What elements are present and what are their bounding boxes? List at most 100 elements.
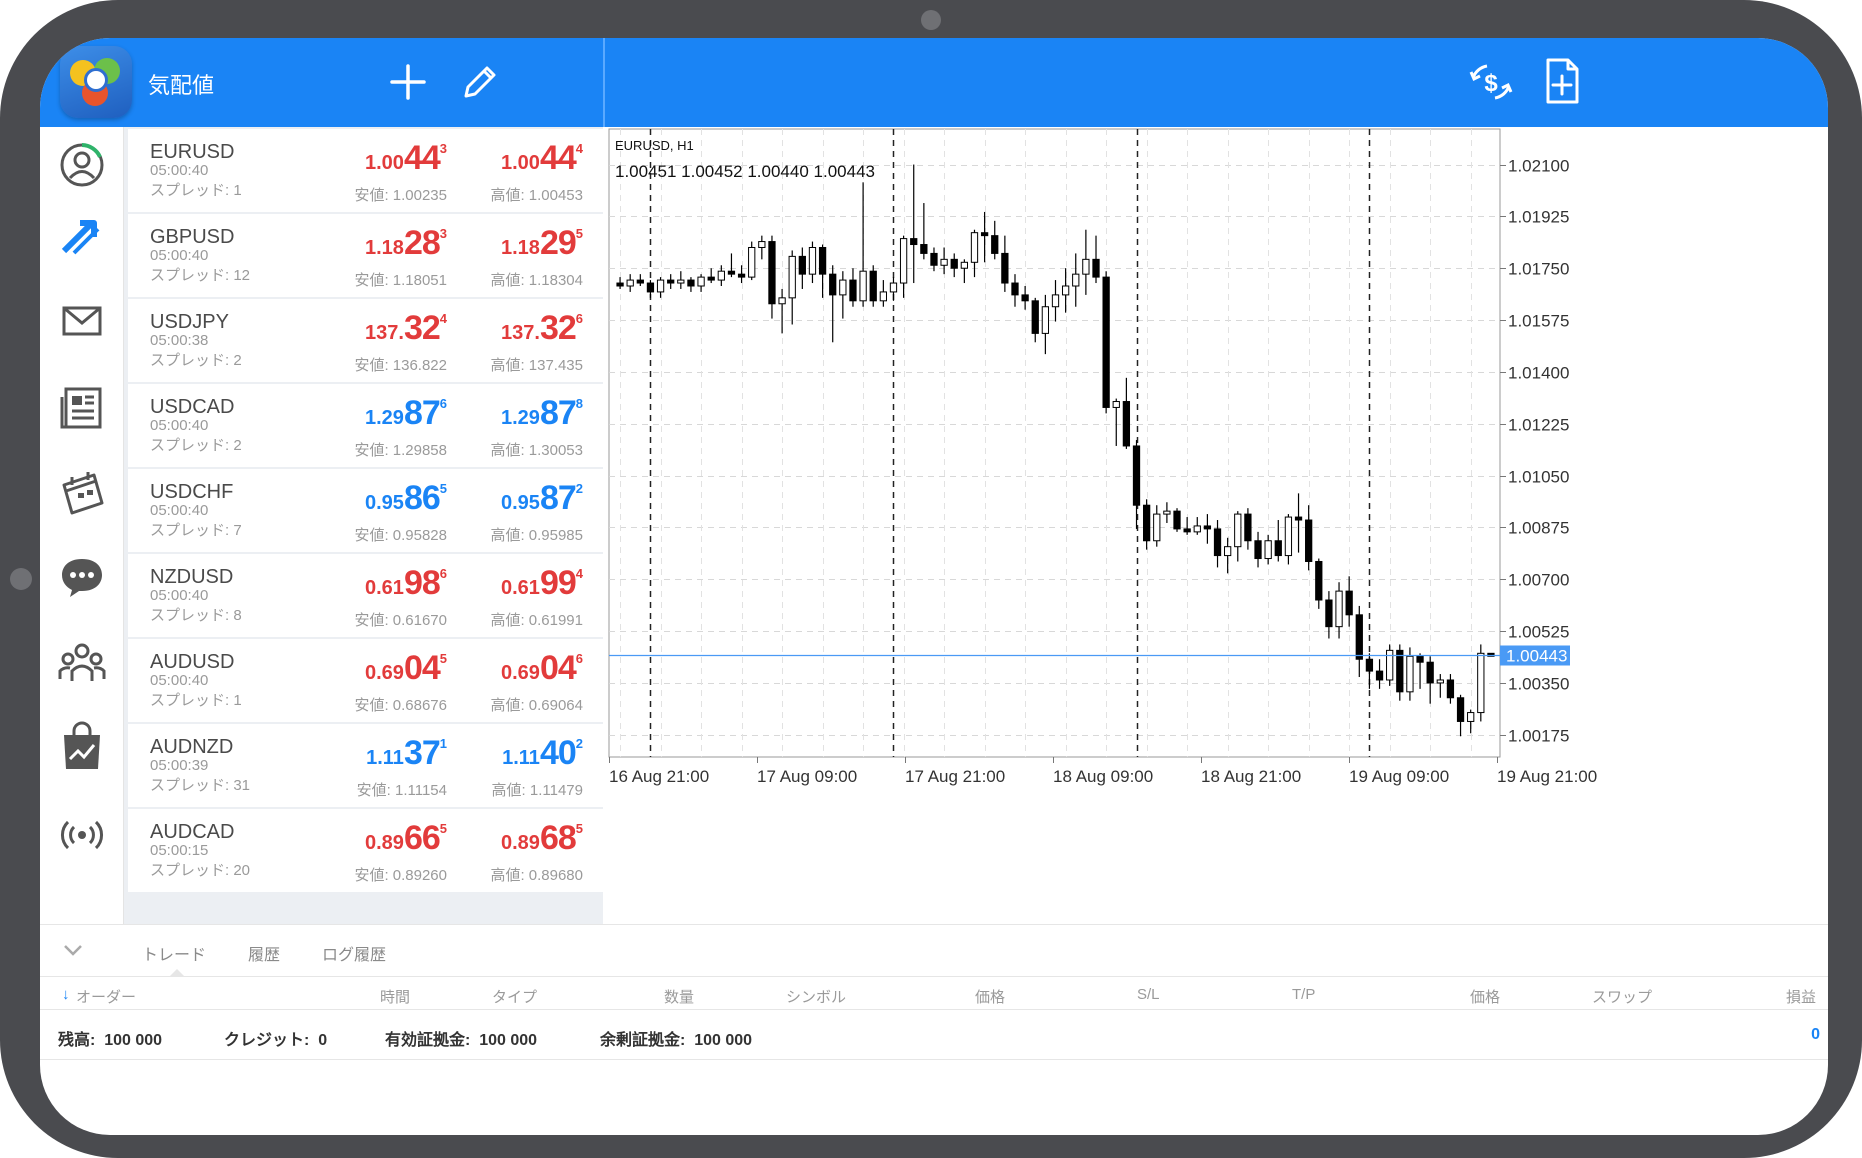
quote-row[interactable]: USDJPY 05:00:38 スプレッド: 2 137.324 137.326 安値: … — [128, 299, 603, 382]
bull-candle[interactable] — [1224, 546, 1232, 557]
sidebar-item-community[interactable] — [54, 635, 110, 691]
bear-candle[interactable] — [616, 282, 624, 287]
tab-history[interactable]: 履歴 — [248, 941, 280, 965]
quote-row[interactable]: GBPUSD 05:00:40 スプレッド: 12 1.18283 1.18295 安値:… — [128, 214, 603, 297]
bull-candle[interactable] — [940, 258, 948, 266]
bull-candle[interactable] — [808, 246, 817, 275]
collapse-panel-button[interactable] — [60, 937, 86, 968]
quote-row[interactable]: AUDUSD 05:00:40 スプレッド: 1 0.69045 0.69046 安値: … — [128, 639, 603, 722]
bear-candle[interactable] — [1456, 697, 1465, 722]
bear-candle[interactable] — [636, 279, 644, 284]
bull-candle[interactable] — [1477, 652, 1485, 714]
edit-symbols-button[interactable] — [458, 56, 498, 108]
bull-candle[interactable] — [839, 279, 847, 296]
sidebar-item-chat[interactable] — [54, 549, 110, 605]
bull-candle[interactable] — [1234, 513, 1242, 548]
column-tp[interactable]: T/P — [1292, 986, 1315, 1003]
mt4-logo-icon[interactable] — [60, 46, 132, 118]
bear-candle[interactable] — [1011, 282, 1019, 296]
bear-candle[interactable] — [950, 258, 958, 269]
add-symbol-button[interactable] — [388, 56, 428, 108]
sidebar-item-trade[interactable] — [54, 209, 110, 265]
column-symbol[interactable]: シンボル — [786, 986, 846, 1007]
bull-candle[interactable] — [697, 276, 705, 287]
bull-candle[interactable] — [748, 246, 756, 278]
bear-candle[interactable] — [1203, 525, 1212, 530]
quote-row[interactable]: AUDCAD 05:00:15 スプレッド: 20 0.89665 0.89685 安値:… — [128, 809, 603, 892]
bull-candle[interactable] — [1264, 540, 1272, 560]
bear-candle[interactable] — [798, 255, 806, 275]
bear-candle[interactable] — [1294, 516, 1303, 521]
bear-candle[interactable] — [829, 273, 837, 296]
sidebar-item-mail[interactable] — [54, 293, 110, 349]
bear-candle[interactable] — [1416, 655, 1424, 663]
bear-candle[interactable] — [1305, 519, 1313, 562]
bear-candle[interactable] — [1355, 614, 1363, 660]
bear-candle[interactable] — [930, 252, 938, 266]
tab-trade[interactable]: トレード — [142, 941, 206, 965]
column-order[interactable]: オーダー — [76, 986, 136, 1007]
quote-row[interactable]: EURUSD 05:00:40 スプレッド: 1 1.00443 1.00444 安値: … — [128, 129, 603, 212]
bear-candle[interactable] — [1031, 300, 1039, 334]
bear-candle[interactable] — [737, 273, 746, 278]
quote-row[interactable]: USDCHF 05:00:40 スプレッド: 7 0.95865 0.95872 安値: … — [128, 469, 603, 552]
bear-candle[interactable] — [727, 270, 736, 275]
bear-candle[interactable] — [920, 244, 928, 254]
bear-candle[interactable] — [1132, 445, 1141, 506]
bull-candle[interactable] — [788, 255, 796, 299]
bear-candle[interactable] — [1142, 504, 1151, 542]
bull-candle[interactable] — [1082, 258, 1090, 275]
bull-candle[interactable] — [1041, 306, 1050, 334]
sort-arrow-icon[interactable]: ↓ — [62, 986, 70, 1003]
sidebar-item-news[interactable] — [54, 379, 110, 435]
bull-candle[interactable] — [899, 238, 908, 284]
tab-log-history[interactable]: ログ履歴 — [322, 941, 386, 965]
bull-candle[interactable] — [1436, 679, 1444, 684]
bull-candle[interactable] — [626, 279, 634, 287]
bull-candle[interactable] — [859, 270, 867, 302]
bear-candle[interactable] — [1122, 401, 1131, 447]
quote-row[interactable]: USDCAD 05:00:40 スプレッド: 2 1.29876 1.29878 安値: … — [128, 384, 603, 467]
bear-candle[interactable] — [1173, 510, 1181, 530]
bull-candle[interactable] — [717, 270, 725, 281]
bear-candle[interactable] — [1021, 294, 1029, 302]
chart-canvas[interactable]: 1.02100 1.01925 1.01750 1.01575 1.01400 1.012… — [607, 127, 1828, 924]
bull-candle[interactable] — [1284, 516, 1293, 557]
bear-candle[interactable] — [1102, 276, 1110, 408]
bear-candle[interactable] — [1325, 599, 1333, 628]
bull-candle[interactable] — [1153, 513, 1161, 542]
bear-candle[interactable] — [849, 279, 857, 302]
column-sl[interactable]: S/L — [1137, 986, 1160, 1003]
add-chart-button[interactable] — [1542, 56, 1582, 106]
bear-candle[interactable] — [980, 232, 989, 237]
bear-candle[interactable] — [910, 238, 918, 246]
bull-candle[interactable] — [889, 282, 898, 293]
bear-candle[interactable] — [1254, 540, 1262, 560]
column-swap[interactable]: スワップ — [1592, 986, 1652, 1007]
sidebar-item-calendar[interactable] — [54, 463, 110, 519]
column-price[interactable]: 価格 — [975, 986, 1005, 1007]
bull-candle[interactable] — [656, 279, 665, 293]
quote-row[interactable]: AUDNZD 05:00:39 スプレッド: 31 1.11371 1.11402 安値:… — [128, 724, 603, 807]
bear-candle[interactable] — [1365, 658, 1374, 672]
bear-candle[interactable] — [818, 246, 827, 275]
bull-candle[interactable] — [879, 291, 887, 302]
column-volume[interactable]: 数量 — [664, 986, 694, 1007]
bear-candle[interactable] — [1244, 513, 1252, 542]
column-profit[interactable]: 損益 — [1786, 986, 1816, 1007]
bull-candle[interactable] — [1163, 510, 1171, 515]
bull-candle[interactable] — [1072, 273, 1080, 287]
bear-candle[interactable] — [1446, 679, 1455, 699]
bull-candle[interactable] — [1193, 525, 1201, 533]
bull-candle[interactable] — [1335, 590, 1343, 628]
bull-candle[interactable] — [1061, 285, 1070, 296]
column-current-price[interactable]: 価格 — [1470, 986, 1500, 1007]
column-type[interactable]: タイプ — [492, 986, 537, 1007]
bear-candle[interactable] — [707, 276, 715, 281]
column-time[interactable]: 時間 — [380, 986, 410, 1007]
bear-candle[interactable] — [991, 235, 999, 254]
bull-candle[interactable] — [1467, 712, 1475, 722]
bear-candle[interactable] — [1183, 528, 1191, 533]
bear-candle[interactable] — [1345, 590, 1353, 616]
bear-candle[interactable] — [1315, 560, 1323, 601]
